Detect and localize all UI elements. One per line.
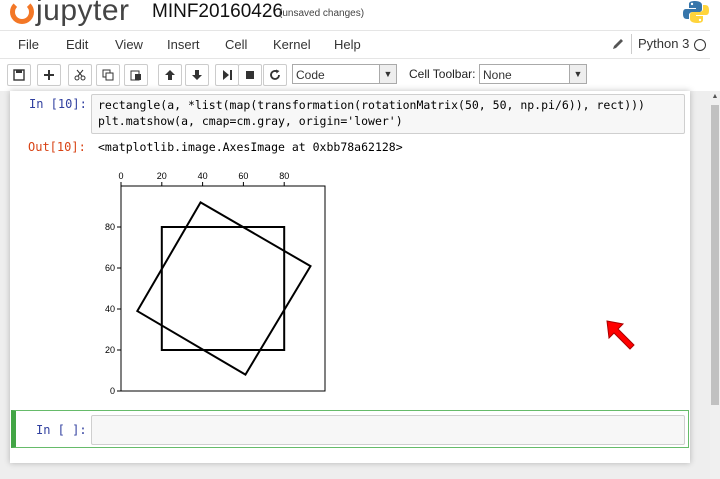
cut-button[interactable] <box>68 64 92 86</box>
move-down-button[interactable] <box>185 64 209 86</box>
cell-toolbar-label: Cell Toolbar: <box>409 67 476 81</box>
plot-lines <box>135 201 312 376</box>
copy-button[interactable] <box>96 64 120 86</box>
y-tick-label: 0 <box>110 386 115 396</box>
x-tick-label: 60 <box>238 171 248 181</box>
interrupt-button[interactable] <box>238 64 262 86</box>
cursor-arrow-icon <box>606 320 635 350</box>
empty-code-cell[interactable]: In [ ]: <box>11 410 689 448</box>
scissors-icon <box>74 69 86 81</box>
plot-ticks: 0 20 40 60 80 0 20 40 60 80 <box>105 171 289 396</box>
scroll-up-icon[interactable]: ▲ <box>711 93 719 101</box>
menu-file[interactable]: File <box>18 37 39 52</box>
save-status: (unsaved changes) <box>279 8 365 19</box>
code-line-1: rectangle(a, *list(map(transformation(ro… <box>98 98 645 112</box>
jupyter-logo-icon <box>10 0 34 24</box>
plus-icon <box>44 70 54 80</box>
menubar: File Edit View Insert Cell Kernel Help P… <box>0 30 710 59</box>
paste-button[interactable] <box>124 64 148 86</box>
chevron-down-icon: ▼ <box>379 65 396 83</box>
cell-toolbar-select[interactable]: None ▼ <box>479 64 587 84</box>
x-tick-label: 40 <box>198 171 208 181</box>
restart-button[interactable] <box>263 64 287 86</box>
kernel-name[interactable]: Python 3 <box>631 34 695 54</box>
chevron-down-icon: ▼ <box>569 65 586 83</box>
copy-icon <box>102 69 114 81</box>
cell-type-select[interactable]: Code ▼ <box>292 64 397 84</box>
scrollbar[interactable]: ▲ <box>710 91 720 479</box>
y-tick-label: 20 <box>105 345 115 355</box>
stop-icon <box>246 71 254 79</box>
matshow-plot: 0 20 40 60 80 0 20 40 60 80 <box>105 171 326 396</box>
output-text: <matplotlib.image.AxesImage at 0xbb78a62… <box>98 140 403 154</box>
code-line-2: plt.matshow(a, cmap=cm.gray, origin='low… <box>98 114 403 128</box>
y-tick-label: 40 <box>105 304 115 314</box>
step-forward-icon <box>223 70 232 80</box>
save-icon <box>13 69 25 81</box>
x-tick-label: 20 <box>157 171 167 181</box>
x-tick-label: 80 <box>279 171 289 181</box>
input-prompt: In [10]: <box>29 97 87 111</box>
run-button[interactable] <box>215 64 239 86</box>
jupyter-logo-text[interactable]: jupyter <box>36 0 130 28</box>
x-tick-label: 0 <box>118 171 123 181</box>
y-tick-label: 80 <box>105 222 115 232</box>
python-logo-icon <box>683 1 709 23</box>
code-cell-input[interactable]: rectangle(a, *list(map(transformation(ro… <box>91 94 685 134</box>
arrow-down-icon <box>192 70 202 80</box>
output-prompt: Out[10]: <box>28 140 86 154</box>
empty-input-prompt: In [ ]: <box>36 423 87 437</box>
paste-icon <box>130 70 141 81</box>
notebook-name[interactable]: MINF20160426 <box>152 1 283 23</box>
menu-insert[interactable]: Insert <box>167 37 200 52</box>
cell-type-value: Code <box>296 68 325 82</box>
kernel-status-icon <box>694 39 706 51</box>
insert-cell-button[interactable] <box>37 64 61 86</box>
axis-aligned-rectangle <box>160 226 286 351</box>
menu-help[interactable]: Help <box>334 37 361 52</box>
y-tick-label: 60 <box>105 263 115 273</box>
cell-toolbar-value: None <box>483 68 512 82</box>
move-up-button[interactable] <box>158 64 182 86</box>
menu-kernel[interactable]: Kernel <box>273 37 311 52</box>
menu-edit[interactable]: Edit <box>66 37 88 52</box>
refresh-icon <box>270 69 280 80</box>
menu-cell[interactable]: Cell <box>225 37 247 52</box>
scroll-thumb[interactable] <box>711 105 719 405</box>
toolbar: Code ▼ Cell Toolbar: None ▼ <box>0 58 710 92</box>
pencil-icon[interactable] <box>611 37 625 51</box>
save-button[interactable] <box>7 64 31 86</box>
menu-view[interactable]: View <box>115 37 143 52</box>
arrow-up-icon <box>165 70 175 80</box>
header: jupyter MINF20160426 (unsaved changes) <box>0 0 720 30</box>
empty-code-input[interactable] <box>91 415 685 445</box>
